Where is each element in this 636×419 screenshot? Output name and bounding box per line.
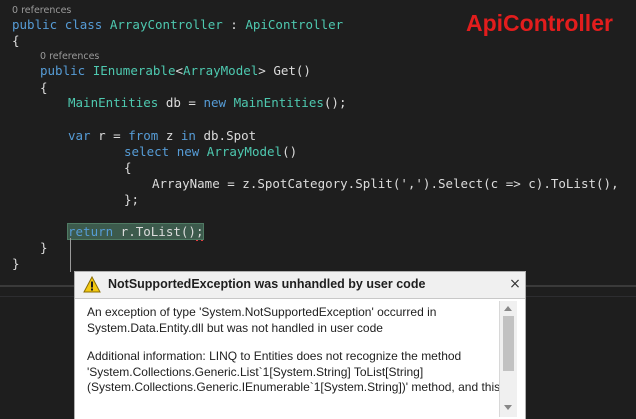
- code-line-12: }: [40, 240, 48, 255]
- codelens-references[interactable]: 0 references: [12, 5, 71, 16]
- message-line: System.Data.Entity.dll but was not handl…: [87, 320, 383, 335]
- code-line-7: select new ArrayModel(): [124, 144, 298, 159]
- codelens-references[interactable]: 0 references: [40, 51, 99, 62]
- details-line: 'System.Collections.Generic.List`1[Syste…: [87, 364, 424, 379]
- code-editor[interactable]: 0 references ApiController public class …: [0, 0, 636, 290]
- code-line-8: {: [124, 160, 132, 175]
- scrollbar-thumb[interactable]: [503, 316, 514, 371]
- scroll-up-icon[interactable]: [504, 306, 512, 311]
- code-line-1: public class ArrayController : ApiContro…: [12, 17, 344, 32]
- highlighted-statement: return r.ToList();: [66, 223, 205, 241]
- code-line-10: };: [124, 192, 140, 207]
- vertical-scrollbar[interactable]: [499, 301, 517, 417]
- close-icon[interactable]: ×: [507, 274, 523, 294]
- exception-title: NotSupportedException was unhandled by u…: [108, 277, 426, 291]
- scroll-down-icon[interactable]: [504, 405, 512, 410]
- code-line-11: return r.ToList();: [66, 223, 205, 241]
- code-line-9: ArrayName = z.SpotCategory.Split(',').Se…: [152, 176, 619, 191]
- details-line: (System.Collections.Generic.IEnumerable`…: [87, 380, 501, 394]
- warning-icon: [83, 276, 101, 293]
- exception-message: An exception of type 'System.NotSupporte…: [87, 305, 501, 396]
- code-line-6: var r = from z in db.Spot: [68, 128, 257, 143]
- exception-callout-pointer: [70, 238, 71, 272]
- exception-dialog-header: NotSupportedException was unhandled by u…: [75, 272, 525, 299]
- apicontroller-label: ApiController: [466, 10, 613, 36]
- error-squiggle: ;: [195, 224, 204, 241]
- exception-message-panel[interactable]: An exception of type 'System.NotSupporte…: [75, 299, 525, 419]
- code-line-3: public IEnumerable<ArrayModel> Get(): [40, 63, 311, 78]
- details-line: Additional information: LINQ to Entities…: [87, 349, 462, 363]
- code-line-2: {: [12, 33, 20, 48]
- code-line-13: }: [12, 256, 20, 271]
- message-line: An exception of type 'System.NotSupporte…: [87, 305, 437, 319]
- code-line-5: MainEntities db = new MainEntities();: [68, 95, 347, 110]
- exception-helper-dialog: NotSupportedException was unhandled by u…: [74, 271, 526, 419]
- code-line-4: {: [40, 80, 48, 95]
